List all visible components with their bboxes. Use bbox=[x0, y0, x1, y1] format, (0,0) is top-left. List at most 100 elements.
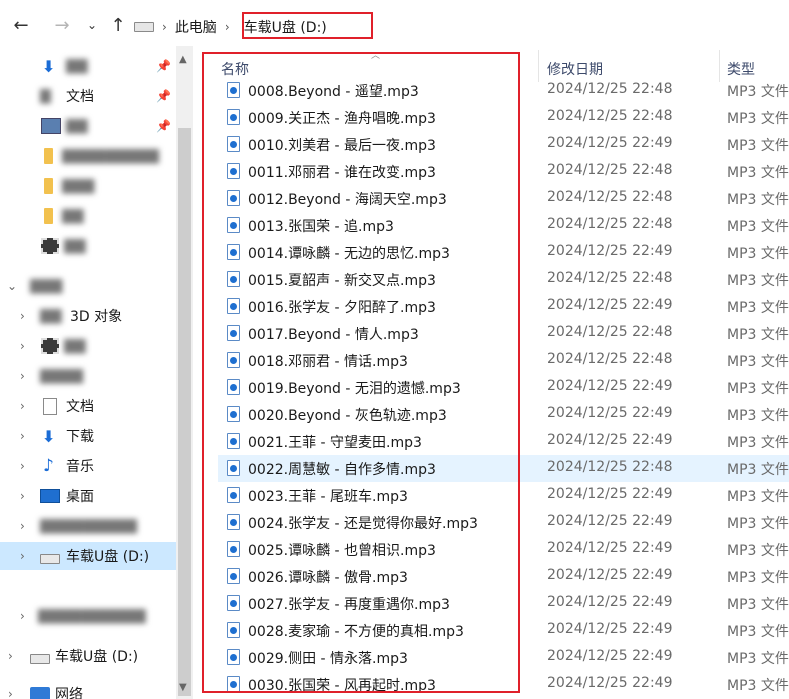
file-type: MP3 文件 bbox=[727, 651, 789, 667]
file-modified-date: 2024/12/25 22:48 bbox=[547, 81, 673, 97]
file-modified-date: 2024/12/25 22:48 bbox=[547, 270, 673, 286]
drive-icon: ▇▇▇▇▇▇▇▇▇ bbox=[40, 518, 137, 534]
file-modified-date: 2024/12/25 22:49 bbox=[547, 243, 673, 259]
video-icon bbox=[41, 338, 59, 354]
chevron-right-icon[interactable]: › bbox=[8, 687, 13, 699]
3d-object-icon: ▇▇ bbox=[40, 308, 62, 324]
recent-locations-chevron-icon[interactable]: ⌄ bbox=[79, 12, 105, 38]
navigation-scrollbar[interactable]: ▲ ▼ bbox=[176, 46, 193, 699]
nav-item-usb-drive[interactable]: › 车载U盘 (D:) bbox=[0, 642, 176, 670]
file-modified-date: 2024/12/25 22:49 bbox=[547, 621, 673, 637]
file-type: MP3 文件 bbox=[727, 381, 789, 397]
document-icon: ▇ bbox=[40, 88, 51, 104]
file-modified-date: 2024/12/25 22:48 bbox=[547, 216, 673, 232]
file-modified-date: 2024/12/25 22:48 bbox=[547, 351, 673, 367]
file-type: MP3 文件 bbox=[727, 165, 789, 181]
document-icon bbox=[43, 397, 57, 415]
picture-icon: ▇▇▇▇ bbox=[40, 368, 84, 384]
nav-item-music[interactable]: › ♪ 音乐 bbox=[0, 452, 176, 480]
file-type: MP3 文件 bbox=[727, 678, 789, 694]
chevron-right-icon[interactable]: › bbox=[20, 549, 25, 563]
nav-item-quick-folder[interactable]: ▇▇▇ bbox=[0, 172, 176, 200]
address-toolbar: ← → ⌄ ↑ › 此电脑 › 车载U盘 (D:) bbox=[0, 0, 789, 46]
navigation-pane: ⬇ ▇▇ 📌 ▇ 文档 📌 ▇▇ 📌 ▇▇▇▇▇▇▇▇▇ ▇▇▇ ▇▇ ▇▇ ⌄… bbox=[0, 46, 176, 699]
nav-item-quick-documents[interactable]: ▇ 文档 📌 bbox=[0, 82, 176, 110]
nav-item-drive[interactable]: › ▇▇▇▇▇▇▇▇▇▇ bbox=[0, 602, 176, 630]
picture-icon bbox=[41, 118, 61, 134]
file-modified-date: 2024/12/25 22:49 bbox=[547, 567, 673, 583]
network-icon bbox=[30, 687, 50, 699]
file-type: MP3 文件 bbox=[727, 624, 789, 640]
file-type: MP3 文件 bbox=[727, 192, 789, 208]
file-type: MP3 文件 bbox=[727, 408, 789, 424]
nav-item-quick-folder[interactable]: ▇▇ bbox=[0, 202, 176, 230]
pin-icon[interactable]: 📌 bbox=[156, 59, 171, 73]
nav-item-quick-download[interactable]: ⬇ ▇▇ 📌 bbox=[0, 52, 176, 80]
file-type: MP3 文件 bbox=[727, 111, 789, 127]
chevron-right-icon[interactable]: › bbox=[20, 309, 25, 323]
folder-icon bbox=[44, 208, 53, 224]
file-type: MP3 文件 bbox=[727, 300, 789, 316]
nav-item-usb-drive-selected[interactable]: › 车载U盘 (D:) bbox=[0, 542, 176, 570]
nav-item-this-pc[interactable]: ⌄ ▇▇▇ bbox=[0, 272, 176, 300]
nav-item-downloads[interactable]: › ⬇ 下载 bbox=[0, 422, 176, 450]
nav-item-pictures[interactable]: › ▇▇▇▇ bbox=[0, 362, 176, 390]
forward-arrow-icon[interactable]: → bbox=[49, 12, 75, 38]
file-modified-date: 2024/12/25 22:48 bbox=[547, 459, 673, 475]
up-arrow-icon[interactable]: ↑ bbox=[105, 12, 131, 38]
usb-drive-icon bbox=[30, 654, 50, 664]
chevron-right-icon[interactable]: › bbox=[20, 519, 25, 533]
chevron-down-icon[interactable]: ⌄ bbox=[7, 279, 17, 293]
chevron-right-icon[interactable]: › bbox=[20, 369, 25, 383]
file-type: MP3 文件 bbox=[727, 219, 789, 235]
scroll-up-arrow-icon[interactable]: ▲ bbox=[179, 54, 187, 65]
file-type: MP3 文件 bbox=[727, 462, 789, 478]
usb-drive-icon bbox=[40, 554, 60, 564]
file-modified-date: 2024/12/25 22:49 bbox=[547, 540, 673, 556]
file-modified-date: 2024/12/25 22:49 bbox=[547, 432, 673, 448]
file-type: MP3 文件 bbox=[727, 354, 789, 370]
file-modified-date: 2024/12/25 22:49 bbox=[547, 675, 673, 691]
nav-item-desktop[interactable]: › 桌面 bbox=[0, 482, 176, 510]
file-type: MP3 文件 bbox=[727, 84, 789, 100]
pin-icon[interactable]: 📌 bbox=[156, 119, 171, 133]
nav-item-documents[interactable]: › 文档 bbox=[0, 392, 176, 420]
pc-icon: ▇▇▇ bbox=[30, 278, 63, 294]
pin-icon[interactable]: 📌 bbox=[156, 89, 171, 103]
chevron-right-icon[interactable]: › bbox=[20, 339, 25, 353]
file-type: MP3 文件 bbox=[727, 246, 789, 262]
back-arrow-icon[interactable]: ← bbox=[8, 12, 34, 38]
nav-item-videos[interactable]: › ▇▇ bbox=[0, 332, 176, 360]
file-type: MP3 文件 bbox=[727, 597, 789, 613]
nav-item-quick-pictures[interactable]: ▇▇ 📌 bbox=[0, 112, 176, 140]
music-icon: ♪ bbox=[43, 456, 54, 476]
download-icon: ⬇ bbox=[42, 56, 56, 76]
drive-icon bbox=[134, 22, 154, 32]
nav-item-local-disk[interactable]: › ▇▇▇▇▇▇▇▇▇ bbox=[0, 512, 176, 540]
chevron-right-icon[interactable]: › bbox=[20, 429, 25, 443]
file-type: MP3 文件 bbox=[727, 138, 789, 154]
chevron-right-icon[interactable]: › bbox=[20, 609, 25, 623]
nav-item-network[interactable]: › 网络 bbox=[0, 680, 176, 699]
file-modified-date: 2024/12/25 22:49 bbox=[547, 648, 673, 664]
highlight-box-file-names bbox=[202, 52, 520, 693]
chevron-right-icon[interactable]: › bbox=[20, 399, 25, 413]
breadcrumb-item-this-pc[interactable]: 此电脑 bbox=[175, 17, 217, 37]
chevron-right-icon[interactable]: › bbox=[20, 489, 25, 503]
chevron-right-icon[interactable]: › bbox=[8, 649, 13, 663]
scrollbar-thumb[interactable] bbox=[178, 128, 191, 696]
nav-item-quick-videos[interactable]: ▇▇ bbox=[0, 232, 176, 260]
file-type: MP3 文件 bbox=[727, 273, 789, 289]
file-modified-date: 2024/12/25 22:49 bbox=[547, 378, 673, 394]
file-type: MP3 文件 bbox=[727, 570, 789, 586]
folder-icon bbox=[44, 178, 53, 194]
scroll-down-arrow-icon[interactable]: ▼ bbox=[179, 682, 187, 693]
chevron-right-icon[interactable]: › bbox=[20, 459, 25, 473]
file-modified-date: 2024/12/25 22:49 bbox=[547, 486, 673, 502]
breadcrumb-separator-icon[interactable]: › bbox=[162, 20, 167, 34]
nav-item-3d-objects[interactable]: › ▇▇ 3D 对象 bbox=[0, 302, 176, 330]
file-modified-date: 2024/12/25 22:49 bbox=[547, 405, 673, 421]
breadcrumb-separator-icon[interactable]: › bbox=[225, 20, 230, 34]
nav-item-quick-folder[interactable]: ▇▇▇▇▇▇▇▇▇ bbox=[0, 142, 176, 170]
video-icon bbox=[41, 238, 59, 254]
